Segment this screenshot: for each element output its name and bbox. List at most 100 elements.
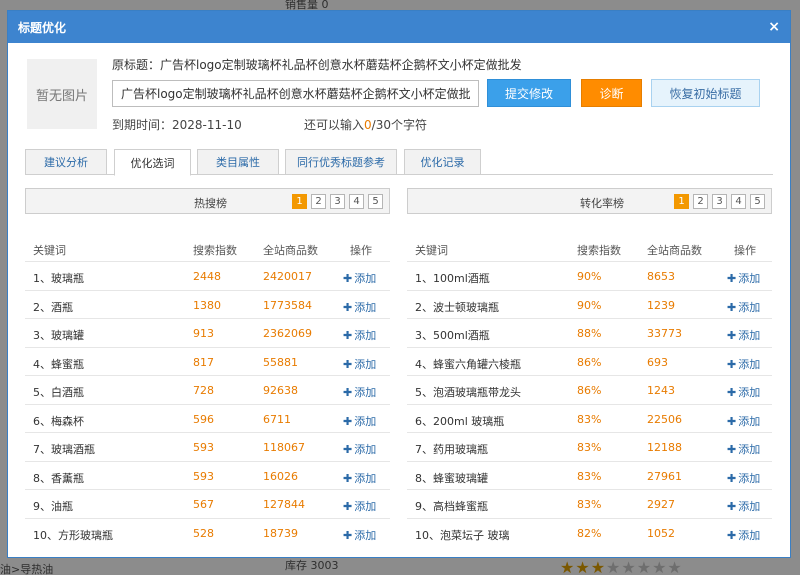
add-label: 添加: [738, 386, 761, 399]
table-row: 9、高档蜂蜜瓶 83% 2927 ✚ 添加: [407, 489, 772, 518]
page-button[interactable]: 4: [731, 194, 746, 209]
goods-count-cell: 2362069: [263, 327, 312, 340]
col-action: 操作: [734, 244, 756, 257]
tab-category-attributes[interactable]: 类目属性: [197, 149, 279, 175]
restore-title-button[interactable]: 恢复初始标题: [651, 79, 760, 107]
table-row: 6、梅森杯 596 6711 ✚ 添加: [25, 403, 390, 433]
tab-suggestion-analysis[interactable]: 建议分析: [25, 149, 107, 175]
page-button[interactable]: 3: [330, 194, 345, 209]
hot-search-title: 热搜榜: [194, 197, 227, 210]
hot-search-pagination: 12345: [292, 194, 383, 209]
tab-optimize-words[interactable]: 优化选词: [114, 149, 191, 176]
plus-icon: ✚: [343, 528, 353, 542]
search-index-cell: 596: [193, 412, 214, 426]
add-keyword-button[interactable]: ✚ 添加: [343, 299, 376, 315]
goods-count-cell: 2927: [647, 498, 675, 511]
col-keyword: 关键词: [415, 244, 448, 257]
add-keyword-button[interactable]: ✚ 添加: [343, 441, 376, 457]
goods-count-cell: 1773584: [263, 298, 312, 312]
submit-button[interactable]: 提交修改: [487, 79, 571, 107]
add-keyword-button[interactable]: ✚ 添加: [727, 270, 760, 286]
search-index-cell: 593: [193, 469, 214, 483]
add-keyword-button[interactable]: ✚ 添加: [343, 527, 376, 543]
plus-icon: ✚: [343, 272, 353, 285]
title-optimize-dialog: 标题优化 × 暂无图片 原标题：广告杯logo定制玻璃杯礼品杯创意水杯蘑菇杯企鹅…: [7, 10, 791, 558]
col-action: 操作: [350, 244, 372, 257]
add-label: 添加: [354, 443, 377, 456]
title-input[interactable]: [112, 80, 479, 107]
page-button[interactable]: 2: [693, 194, 708, 209]
plus-icon: ✚: [343, 329, 353, 342]
keyword-cell: 5、泡酒玻璃瓶带龙头: [415, 386, 521, 399]
table-row: 1、玻璃瓶 2448 2420017 ✚ 添加: [25, 261, 390, 290]
table-row: 1、100ml酒瓶 90% 8653 ✚ 添加: [407, 261, 772, 290]
table-row: 4、蜂蜜六角罐六棱瓶 86% 693 ✚ 添加: [407, 346, 772, 376]
search-index-cell: 567: [193, 498, 214, 511]
col-goods-count: 全站商品数: [647, 244, 702, 257]
page-button[interactable]: 1: [292, 194, 307, 209]
goods-count-cell: 18739: [263, 526, 298, 540]
tab-optimize-records[interactable]: 优化记录: [404, 149, 481, 175]
add-keyword-button[interactable]: ✚ 添加: [343, 498, 376, 514]
add-keyword-button[interactable]: ✚ 添加: [343, 327, 376, 343]
add-label: 添加: [738, 329, 761, 342]
plus-icon: ✚: [343, 414, 353, 428]
diagnose-button[interactable]: 诊断: [581, 79, 642, 107]
add-keyword-button[interactable]: ✚ 添加: [343, 384, 376, 400]
plus-icon: ✚: [727, 528, 737, 542]
add-keyword-button[interactable]: ✚ 添加: [343, 270, 376, 286]
table-row: 9、油瓶 567 127844 ✚ 添加: [25, 489, 390, 518]
page-button[interactable]: 5: [368, 194, 383, 209]
search-index-cell: 913: [193, 327, 214, 340]
add-keyword-button[interactable]: ✚ 添加: [727, 498, 760, 514]
add-label: 添加: [738, 357, 761, 371]
table-row: 8、蜂蜜玻璃罐 83% 27961 ✚ 添加: [407, 460, 772, 490]
keyword-cell: 10、方形玻璃瓶: [33, 528, 113, 542]
goods-count-cell: 1239: [647, 298, 675, 312]
goods-count-cell: 118067: [263, 441, 305, 454]
table-row: 7、药用玻璃瓶 83% 12188 ✚ 添加: [407, 432, 772, 461]
add-label: 添加: [354, 300, 377, 314]
page-button[interactable]: 1: [674, 194, 689, 209]
add-keyword-button[interactable]: ✚ 添加: [727, 413, 760, 429]
add-keyword-button[interactable]: ✚ 添加: [343, 356, 376, 372]
add-keyword-button[interactable]: ✚ 添加: [343, 470, 376, 486]
add-keyword-button[interactable]: ✚ 添加: [727, 356, 760, 372]
add-label: 添加: [738, 414, 761, 428]
keyword-cell: 6、梅森杯: [33, 414, 84, 428]
goods-count-cell: 8653: [647, 270, 675, 283]
dialog-title: 标题优化: [18, 20, 67, 35]
add-keyword-button[interactable]: ✚ 添加: [727, 384, 760, 400]
search-index-cell: 86%: [577, 384, 602, 397]
table-row: 2、波士顿玻璃瓶 90% 1239 ✚ 添加: [407, 289, 772, 319]
add-label: 添加: [738, 471, 761, 485]
add-label: 添加: [738, 528, 761, 542]
add-keyword-button[interactable]: ✚ 添加: [727, 327, 760, 343]
page-button[interactable]: 2: [311, 194, 326, 209]
add-label: 添加: [354, 357, 377, 371]
add-keyword-button[interactable]: ✚ 添加: [727, 299, 760, 315]
tab-peer-titles[interactable]: 同行优秀标题参考: [285, 149, 397, 175]
close-icon[interactable]: ×: [768, 19, 780, 35]
hot-search-rows: 1、玻璃瓶 2448 2420017 ✚ 添加 2、酒瓶 1380 1773584 ✚ 添加 3、玻…: [25, 261, 390, 546]
add-label: 添加: [738, 272, 761, 285]
table-row: 7、玻璃酒瓶 593 118067 ✚ 添加: [25, 432, 390, 461]
add-keyword-button[interactable]: ✚ 添加: [727, 441, 760, 457]
search-index-cell: 83%: [577, 469, 602, 483]
keyword-cell: 9、油瓶: [33, 500, 73, 513]
keyword-cell: 2、酒瓶: [33, 300, 73, 314]
add-label: 添加: [354, 500, 377, 513]
page-button[interactable]: 3: [712, 194, 727, 209]
page-button[interactable]: 5: [750, 194, 765, 209]
add-keyword-button[interactable]: ✚ 添加: [727, 527, 760, 543]
add-keyword-button[interactable]: ✚ 添加: [343, 413, 376, 429]
add-keyword-button[interactable]: ✚ 添加: [727, 470, 760, 486]
remaining-prefix: 还可以输入: [304, 118, 365, 132]
remaining-count: 0: [364, 118, 372, 132]
add-label: 添加: [738, 500, 761, 513]
conversion-rows: 1、100ml酒瓶 90% 8653 ✚ 添加 2、波士顿玻璃瓶 90% 1239 ✚ 添加 3、5…: [407, 261, 772, 546]
plus-icon: ✚: [727, 471, 737, 485]
goods-count-cell: 6711: [263, 412, 291, 426]
keyword-cell: 1、玻璃瓶: [33, 272, 84, 285]
page-button[interactable]: 4: [349, 194, 364, 209]
